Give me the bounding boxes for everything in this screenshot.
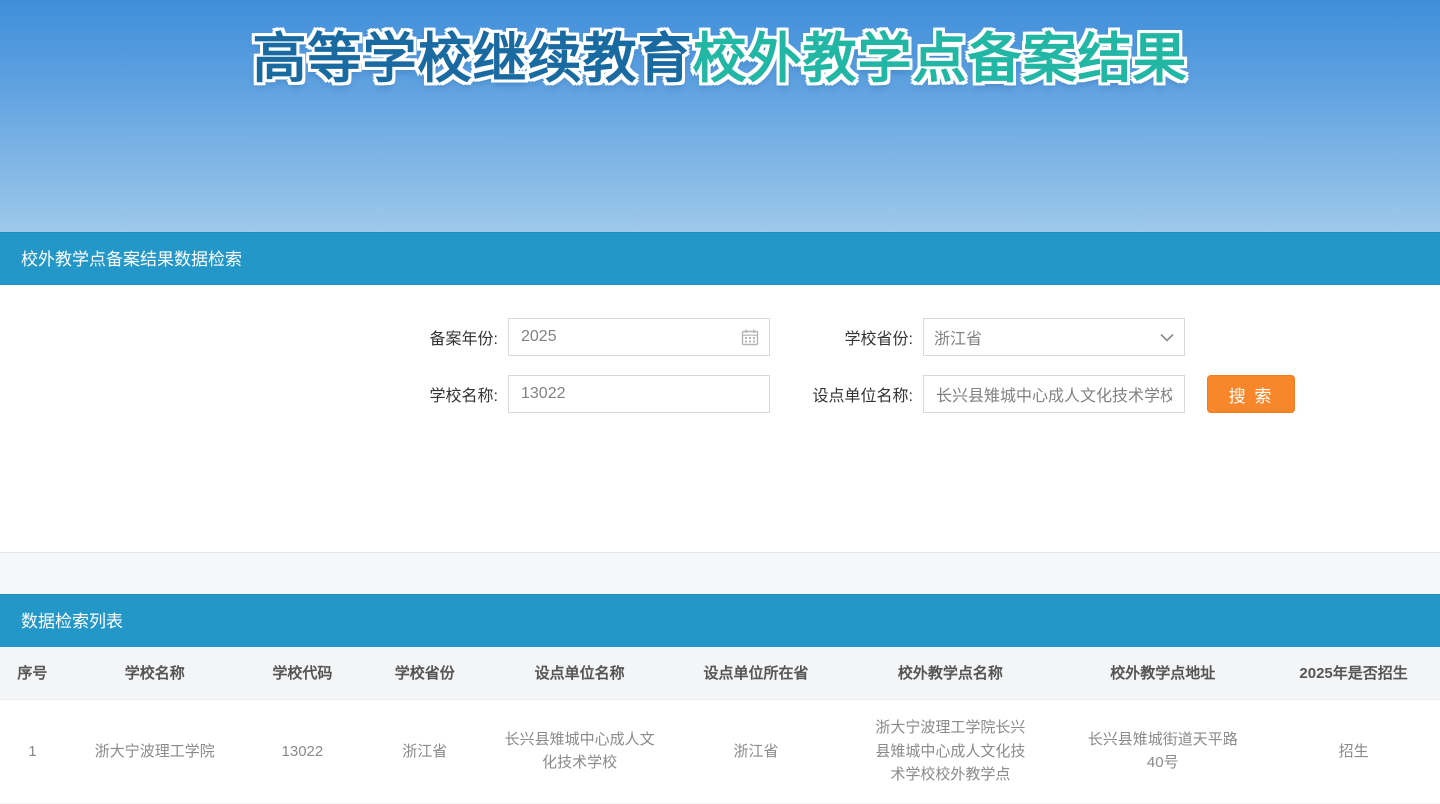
page-title: 高等学校继续教育校外教学点备案结果 (0, 0, 1440, 92)
school-name-field (508, 375, 770, 413)
cell-school-name: 浙大宁波理工学院 (65, 699, 245, 803)
cell-unit-name: 长兴县雉城中心成人文化技术学校 (490, 699, 670, 803)
results-table-panel: 序号 学校名称 学校代码 学校省份 设点单位名称 设点单位所在省 校外教学点名称… (0, 647, 1440, 803)
search-form-row-2: 学校名称: 设点单位名称: 搜 索 (380, 375, 1440, 413)
cell-site-address: 长兴县雉城街道天平路40号 (1058, 699, 1267, 803)
cell-unit-province: 浙江省 (670, 699, 843, 803)
province-label: 学校省份: (770, 325, 923, 349)
year-input[interactable] (519, 327, 741, 347)
province-select-value: 浙江省 (934, 325, 1160, 349)
cell-school-code: 13022 (245, 699, 360, 803)
province-select[interactable]: 浙江省 (923, 318, 1185, 356)
unit-name-field (923, 375, 1185, 413)
search-section-title: 校外教学点备案结果数据检索 (21, 250, 242, 269)
results-section-title: 数据检索列表 (21, 612, 123, 631)
col-header-school-name: 学校名称 (65, 647, 245, 699)
calendar-icon[interactable] (741, 328, 759, 346)
table-row: 1 浙大宁波理工学院 13022 浙江省 长兴县雉城中心成人文化技术学校 浙江省… (0, 699, 1440, 803)
col-header-enrolling: 2025年是否招生 (1267, 647, 1440, 699)
cell-school-province: 浙江省 (360, 699, 490, 803)
year-label: 备案年份: (380, 325, 508, 349)
search-button[interactable]: 搜 索 (1207, 375, 1295, 413)
table-header-row: 序号 学校名称 学校代码 学校省份 设点单位名称 设点单位所在省 校外教学点名称… (0, 647, 1440, 699)
unit-name-input[interactable] (934, 384, 1174, 404)
search-panel: 备案年份: 学校省份: 浙江省 (0, 285, 1440, 553)
search-form-row-1: 备案年份: 学校省份: 浙江省 (380, 318, 1440, 356)
chevron-down-icon (1160, 333, 1174, 342)
col-header-index: 序号 (0, 647, 65, 699)
col-header-unit-province: 设点单位所在省 (670, 647, 843, 699)
col-header-school-code: 学校代码 (245, 647, 360, 699)
page-banner: 高等学校继续教育校外教学点备案结果 (0, 0, 1440, 232)
search-section-header: 校外教学点备案结果数据检索 (0, 232, 1440, 285)
unit-name-label: 设点单位名称: (770, 382, 923, 406)
results-table: 序号 学校名称 学校代码 学校省份 设点单位名称 设点单位所在省 校外教学点名称… (0, 647, 1440, 803)
col-header-site-name: 校外教学点名称 (842, 647, 1058, 699)
school-name-label: 学校名称: (380, 382, 508, 406)
year-field (508, 318, 770, 356)
results-section-header: 数据检索列表 (0, 594, 1440, 647)
cell-site-name: 浙大宁波理工学院长兴县雉城中心成人文化技术学校校外教学点 (842, 699, 1058, 803)
col-header-site-address: 校外教学点地址 (1058, 647, 1267, 699)
page-title-part-green: 校外教学点备案结果 (693, 29, 1188, 89)
cell-index: 1 (0, 699, 65, 803)
cell-enrolling: 招生 (1267, 699, 1440, 803)
col-header-unit-name: 设点单位名称 (490, 647, 670, 699)
school-name-input[interactable] (519, 384, 759, 404)
page-title-part-blue: 高等学校继续教育 (253, 29, 693, 89)
col-header-school-province: 学校省份 (360, 647, 490, 699)
section-gap (0, 553, 1440, 594)
